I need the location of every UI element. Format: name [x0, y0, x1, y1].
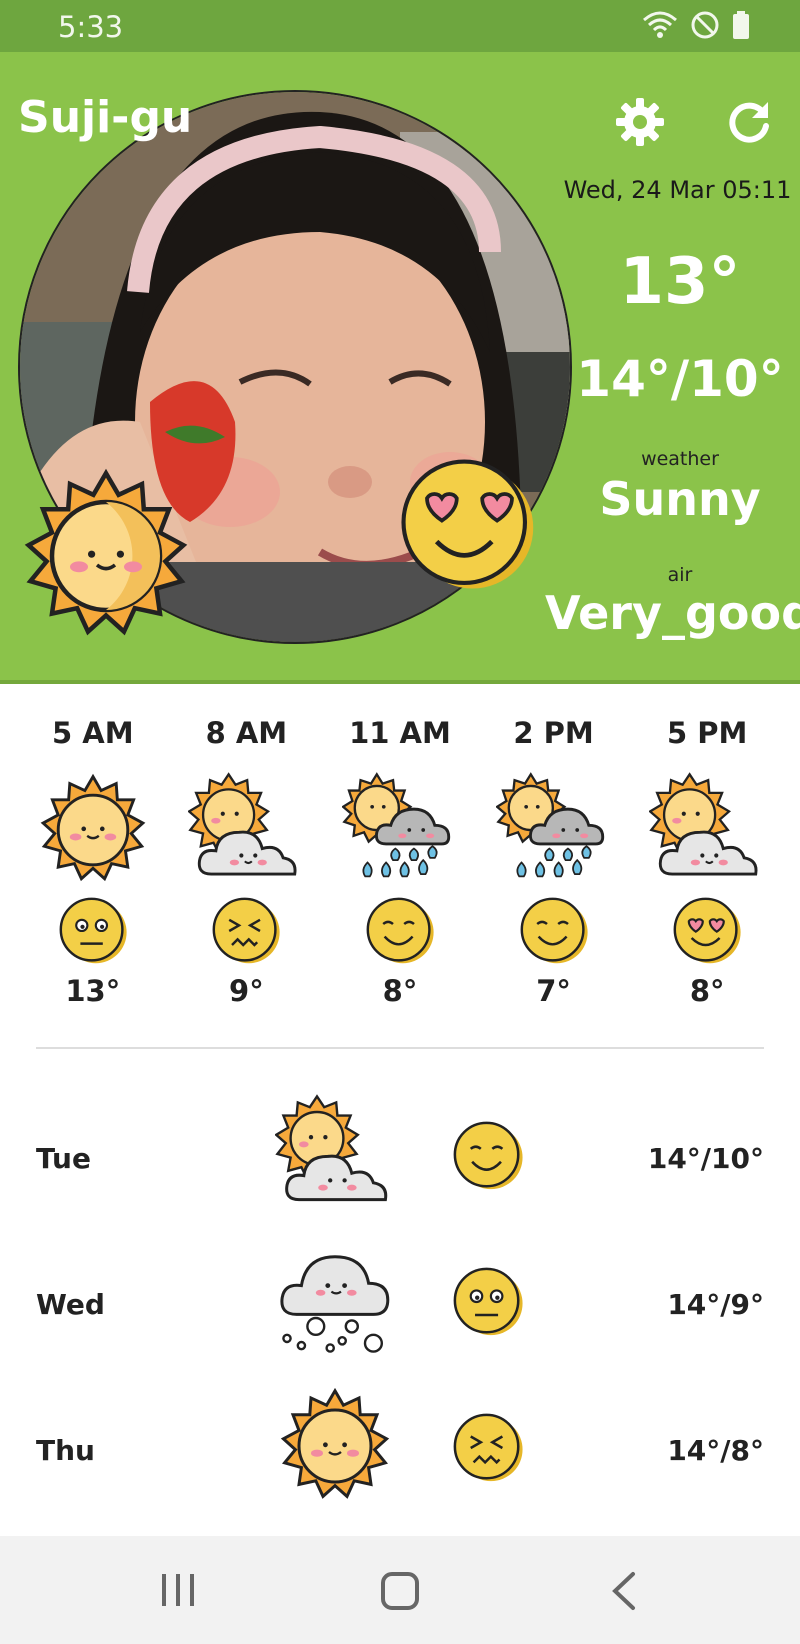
daily-row: Wed 14°/9° [0, 1236, 800, 1382]
status-bar: 5:33 [0, 0, 800, 52]
hourly-item: 2 PM 7° [477, 716, 631, 1008]
refresh-icon[interactable] [720, 94, 776, 150]
daily-temp-range: 14°/9° [667, 1288, 764, 1321]
hourly-item: 5 PM 8° [630, 716, 784, 1008]
battery-icon [733, 11, 749, 39]
hourly-temp: 8° [382, 974, 418, 1008]
settings-gear-icon[interactable] [612, 94, 668, 150]
neutral-face-icon [453, 1267, 523, 1336]
hourly-forecast: 5 AM 13° 8 AM 9° 11 AM 8° 2 PM 7° 5 PM 8… [16, 716, 784, 1008]
smile-face-icon [453, 1121, 523, 1190]
air-label: air [667, 564, 693, 586]
sun-cloud-rain-icon [495, 772, 604, 878]
daily-day: Thu [36, 1434, 95, 1467]
location-title: Suji-gu [18, 92, 193, 143]
squint-face-icon [212, 897, 280, 964]
heart-eyes-face-icon [401, 459, 534, 589]
heart-eyes-face-icon [673, 897, 741, 964]
status-icons [642, 10, 750, 40]
hourly-time: 2 PM [513, 716, 594, 750]
weather-label: weather [641, 448, 719, 470]
section-divider [36, 1047, 764, 1049]
daily-row: Thu 14°/8° [0, 1382, 800, 1528]
sun-behind-cloud-icon [275, 1094, 388, 1202]
smile-face-icon [520, 897, 588, 964]
sun-behind-cloud-icon [649, 772, 758, 876]
daily-day: Wed [36, 1288, 105, 1321]
daily-day: Tue [36, 1142, 91, 1175]
sun-icon [280, 1387, 390, 1499]
hourly-time: 11 AM [349, 716, 451, 750]
hourly-temp: 13° [65, 974, 121, 1008]
hourly-time: 5 PM [666, 716, 748, 750]
daily-row: Tue 14°/10° [0, 1090, 800, 1236]
sun-icon [40, 773, 146, 882]
sun-cloud-rain-icon [341, 772, 451, 878]
home-icon[interactable] [370, 1566, 430, 1616]
hourly-item: 11 AM 8° [323, 716, 477, 1008]
daily-forecast: Tue 14°/10° Wed 14°/9° Thu 14°/8° [0, 1090, 800, 1528]
hourly-temp: 8° [689, 974, 725, 1008]
cloud-snow-icon [280, 1255, 390, 1353]
recent-apps-icon[interactable] [148, 1566, 208, 1616]
hourly-item: 8 AM 9° [170, 716, 324, 1008]
daily-temp-range: 14°/10° [647, 1142, 764, 1175]
header-divider [0, 680, 800, 684]
weather-value: Sunny [599, 472, 761, 526]
hourly-time: 5 AM [52, 716, 134, 750]
neutral-face-icon [59, 897, 127, 964]
squint-face-icon [453, 1413, 523, 1482]
sun-icon [24, 468, 188, 636]
sun-behind-cloud-icon [188, 772, 297, 876]
system-nav-bar [0, 1536, 800, 1644]
hourly-temp: 9° [229, 974, 264, 1008]
daily-temp-range: 14°/8° [667, 1434, 764, 1467]
smile-face-icon [366, 897, 434, 964]
status-time: 5:33 [58, 10, 124, 44]
hourly-time: 8 AM [205, 716, 288, 750]
wifi-icon [643, 11, 677, 38]
current-temp-range: 14°/10° [576, 350, 784, 408]
current-temperature: 13° [619, 245, 741, 319]
hourly-temp: 7° [536, 974, 571, 1008]
do-not-disturb-icon [691, 11, 719, 39]
back-icon[interactable] [595, 1566, 655, 1616]
current-date: Wed, 24 Mar 05:11 [563, 176, 792, 204]
air-quality-value: Very_good [545, 586, 800, 640]
hourly-item: 5 AM 13° [16, 716, 170, 1008]
